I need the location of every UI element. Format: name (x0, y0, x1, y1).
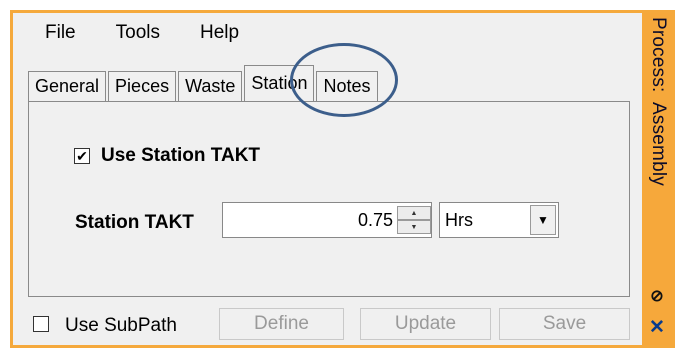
use-station-takt-label: Use Station TAKT (101, 145, 261, 166)
use-subpath-label: Use SubPath (65, 315, 177, 336)
station-takt-stepper[interactable]: 0.75 ▲ ▼ (222, 202, 432, 238)
spin-up-button[interactable]: ▲ (397, 206, 431, 220)
update-button[interactable]: Update (360, 308, 491, 340)
pin-icon[interactable]: ⊘ (648, 289, 666, 305)
use-subpath-checkbox[interactable] (33, 316, 49, 332)
process-window: File Tools Help General Pieces Waste Sta… (10, 10, 675, 348)
unit-value: Hrs (445, 209, 473, 230)
unit-select[interactable]: Hrs ▼ (439, 202, 559, 238)
takt-spinner: ▲ ▼ (397, 206, 431, 234)
highlight-circle-annotation (290, 43, 398, 117)
side-title-bar: Process: Assembly ⊘ ✕ (642, 13, 672, 345)
define-button[interactable]: Define (219, 308, 344, 340)
tab-pieces[interactable]: Pieces (108, 71, 177, 101)
window-title-process: Process: (648, 17, 669, 93)
use-station-takt-checkbox[interactable]: ✔ (74, 148, 90, 164)
station-takt-label: Station TAKT (75, 212, 194, 233)
window-title-assembly: Assembly (648, 101, 669, 186)
check-icon: ✔ (76, 148, 88, 164)
menu-file[interactable]: File (45, 22, 76, 44)
footer-bar: Use SubPath Define Update Save (13, 305, 645, 345)
save-button[interactable]: Save (499, 308, 630, 340)
tab-waste[interactable]: Waste (178, 71, 243, 101)
window-title: Process: Assembly (642, 15, 672, 275)
station-takt-value[interactable]: 0.75 (223, 210, 397, 231)
chevron-down-icon[interactable]: ▼ (530, 205, 556, 235)
menu-help[interactable]: Help (200, 22, 239, 44)
close-icon[interactable]: ✕ (648, 318, 666, 338)
spin-down-button[interactable]: ▼ (397, 220, 431, 234)
menu-tools[interactable]: Tools (116, 22, 160, 44)
station-panel: ✔ Use Station TAKT Station TAKT 0.75 ▲ ▼… (28, 101, 630, 297)
tab-general[interactable]: General (28, 71, 107, 101)
